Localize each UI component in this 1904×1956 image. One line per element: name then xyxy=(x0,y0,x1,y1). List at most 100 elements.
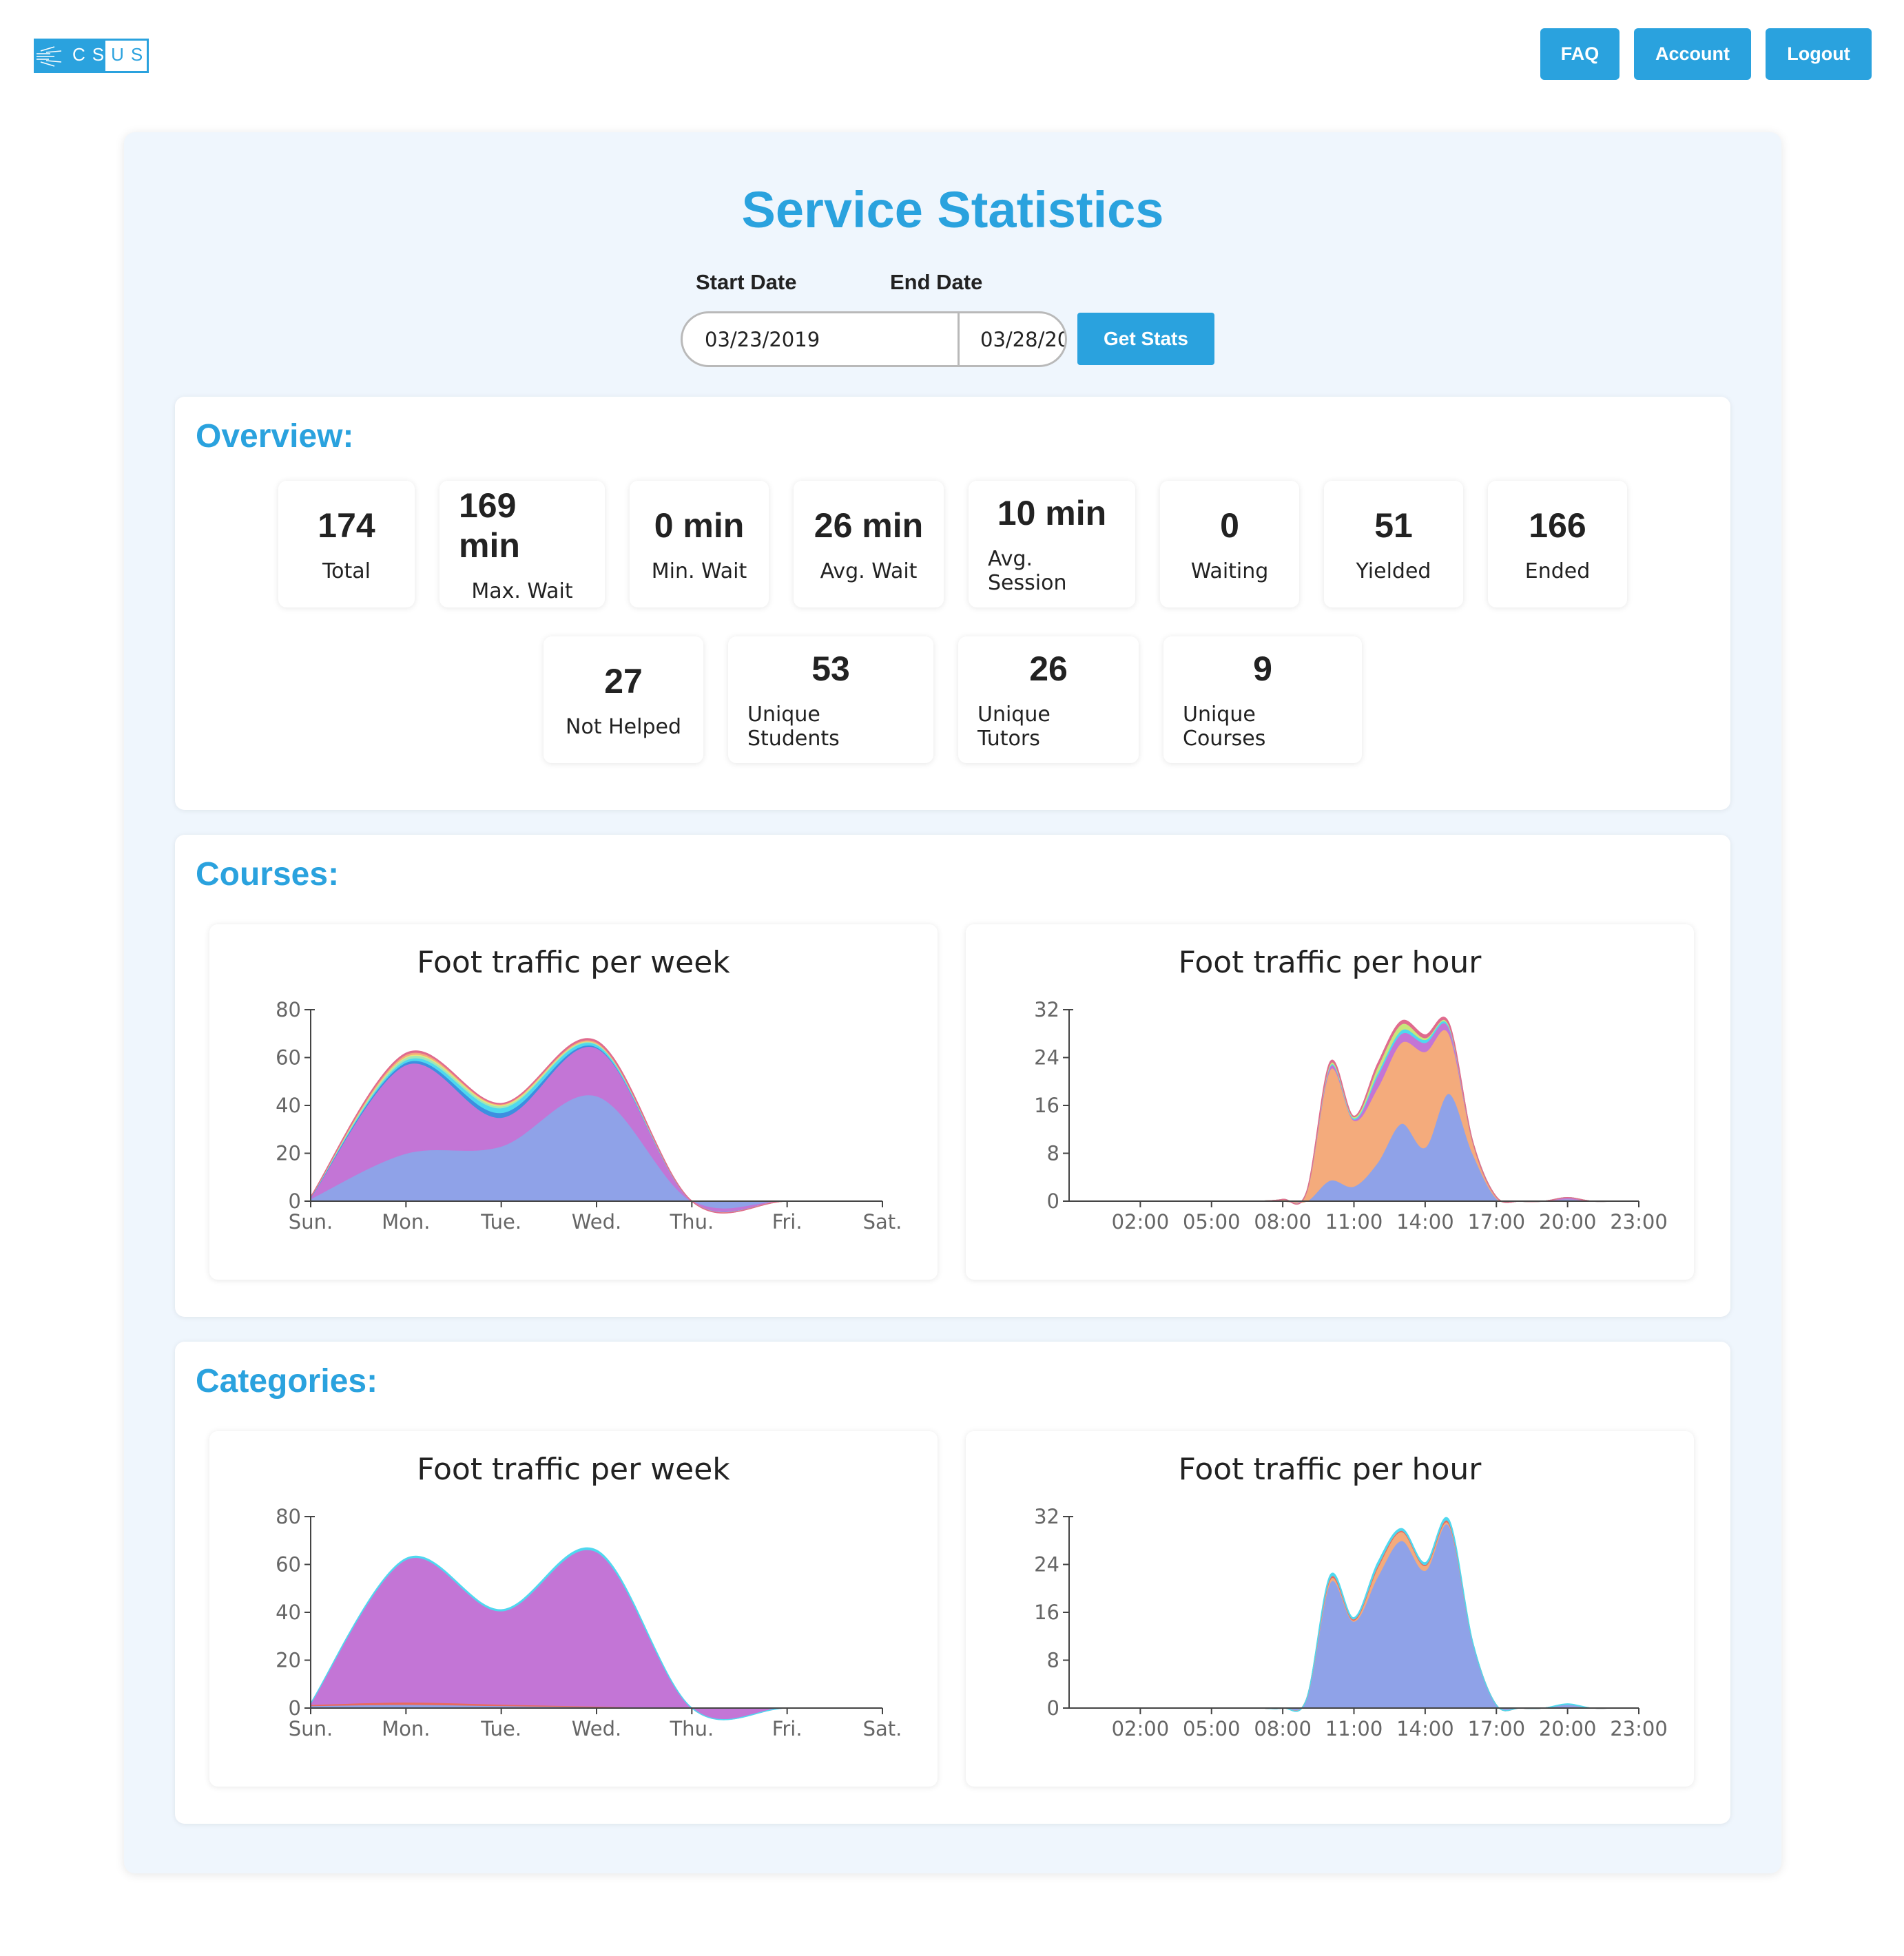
categories-section: Categories: Foot traffic per week 0 20 40 6… xyxy=(175,1342,1730,1824)
end-date-label: End Date xyxy=(890,270,983,294)
chart-title: Foot traffic per hour xyxy=(1178,1452,1482,1487)
get-stats-button[interactable]: Get Stats xyxy=(1077,313,1214,365)
y-tick-label: 80 xyxy=(276,1000,301,1021)
date-range-group xyxy=(681,311,1067,367)
x-tick-label: 20:00 xyxy=(1539,1717,1597,1740)
y-tick-label: 16 xyxy=(1034,1094,1059,1117)
faq-button[interactable]: FAQ xyxy=(1540,28,1620,80)
x-tick-label: 17:00 xyxy=(1467,1210,1525,1234)
y-tick-label: 0 xyxy=(1047,1696,1059,1720)
x-tick-label: 02:00 xyxy=(1112,1210,1170,1234)
categories-week-chart: Foot traffic per week 0 20 40 60 80 Sun. Mon. T… xyxy=(209,1431,938,1787)
stat-value: 26 min xyxy=(814,506,924,545)
stat-value: 26 xyxy=(1029,649,1068,688)
logout-button[interactable]: Logout xyxy=(1766,28,1872,80)
x-tick-label: 08:00 xyxy=(1254,1210,1312,1234)
stat-label: Total xyxy=(322,559,371,583)
x-tick-label: 11:00 xyxy=(1325,1717,1383,1740)
stat-label: Waiting xyxy=(1190,559,1269,583)
start-date-input[interactable] xyxy=(683,313,958,365)
y-tick-label: 60 xyxy=(276,1553,301,1577)
stat-card-total: 174 Total xyxy=(278,481,415,607)
y-tick-label: 16 xyxy=(1034,1601,1059,1624)
stat-label: Not Helped xyxy=(566,714,681,739)
end-date-input[interactable] xyxy=(958,313,1065,365)
stat-label: Unique Students xyxy=(747,703,840,751)
categories-hour-chart-svg: 0 8 16 24 32 02:00 05:00 08:00 11:00 14:00 17:00 20… xyxy=(1034,1507,1668,1740)
stat-card-unique-students: 53 Unique Students xyxy=(728,636,933,763)
stat-card-avg-wait: 26 min Avg. Wait xyxy=(794,481,944,607)
courses-week-chart: Foot traffic per week 0 20 40 60 80 Sun. Mon. T… xyxy=(209,924,938,1280)
courses-section: Courses: Foot traffic per week 0 20 40 60 80… xyxy=(175,835,1730,1317)
courses-week-chart-svg: 0 20 40 60 80 Sun. Mon. Tue. Wed. Thu. Fri. Sat. xyxy=(276,1000,902,1234)
x-tick-label: Wed. xyxy=(572,1210,621,1234)
account-button[interactable]: Account xyxy=(1634,28,1751,80)
stat-value: 166 xyxy=(1529,506,1586,545)
overview-section: Overview: 174 Total 169 min Max. Wait 0 … xyxy=(175,397,1730,810)
x-tick-label: 05:00 xyxy=(1183,1717,1241,1740)
categories-week-chart-svg: 0 20 40 60 80 Sun. Mon. Tue. Wed. Thu. Fri. Sat. xyxy=(276,1507,902,1740)
stat-card-max-wait: 169 min Max. Wait xyxy=(439,481,605,607)
stat-card-ended: 166 Ended xyxy=(1488,481,1627,607)
stat-card-avg-session: 10 min Avg. Session xyxy=(969,481,1135,607)
stat-card-waiting: 0 Waiting xyxy=(1160,481,1299,607)
stat-label: Min. Wait xyxy=(651,559,747,583)
courses-hour-chart: Foot traffic per hour 0 8 16 24 32 02:00 05:00… xyxy=(966,924,1694,1280)
stat-value: 53 xyxy=(811,649,850,688)
x-tick-label: Sat. xyxy=(863,1717,902,1740)
x-tick-label: Tue. xyxy=(480,1717,521,1740)
y-tick-label: 20 xyxy=(276,1649,301,1672)
categories-title: Categories: xyxy=(196,1363,378,1400)
page-title: Service Statistics xyxy=(741,181,1164,238)
top-nav: FAQ Account Logout xyxy=(1540,28,1872,80)
x-tick-label: Mon. xyxy=(382,1210,430,1234)
y-tick-label: 32 xyxy=(1034,1000,1059,1021)
stat-label: Avg. Session xyxy=(988,547,1067,595)
logo-text: CSUS xyxy=(72,44,150,65)
y-tick-label: 24 xyxy=(1034,1046,1059,1070)
courses-title: Courses: xyxy=(196,856,340,893)
x-tick-label: 14:00 xyxy=(1396,1210,1454,1234)
stat-card-unique-tutors: 26 Unique Tutors xyxy=(958,636,1139,763)
x-tick-label: Sun. xyxy=(289,1717,333,1740)
x-tick-label: 17:00 xyxy=(1467,1717,1525,1740)
area-series-1 xyxy=(1093,1029,1639,1205)
courses-hour-chart-svg: 0 8 16 24 32 02:00 05:00 08:00 11:00 14:00 17:00 20… xyxy=(1034,1000,1668,1234)
chart-title: Foot traffic per week xyxy=(417,1452,730,1487)
y-tick-label: 40 xyxy=(276,1601,301,1624)
stat-row-2: 27 Not Helped 53 Unique Students 26 Uniq… xyxy=(175,636,1730,763)
y-tick-label: 80 xyxy=(276,1507,301,1528)
y-tick-label: 24 xyxy=(1034,1553,1059,1577)
x-tick-label: Wed. xyxy=(572,1717,621,1740)
stat-label: Ended xyxy=(1524,559,1591,583)
stat-card-not-helped: 27 Not Helped xyxy=(544,636,703,763)
y-tick-label: 40 xyxy=(276,1094,301,1117)
y-tick-label: 20 xyxy=(276,1142,301,1165)
x-tick-label: Tue. xyxy=(480,1210,521,1234)
stat-label: Unique Tutors xyxy=(977,703,1051,751)
y-tick-label: 0 xyxy=(289,1189,301,1213)
stat-value: 174 xyxy=(318,506,375,545)
x-tick-label: 23:00 xyxy=(1610,1210,1668,1234)
stat-value: 0 xyxy=(1220,506,1239,545)
x-tick-label: 23:00 xyxy=(1610,1717,1668,1740)
statistics-panel: Service Statistics Start Date End Date G… xyxy=(124,132,1781,1873)
stat-card-unique-courses: 9 Unique Courses xyxy=(1163,636,1362,763)
x-tick-label: Mon. xyxy=(382,1717,430,1740)
stat-label: Max. Wait xyxy=(471,579,573,603)
stat-label: Unique Courses xyxy=(1183,703,1266,751)
stat-card-min-wait: 0 min Min. Wait xyxy=(630,481,769,607)
stat-value: 9 xyxy=(1253,649,1272,688)
chart-title: Foot traffic per week xyxy=(417,945,730,980)
stat-value: 0 min xyxy=(654,506,745,545)
x-tick-label: 20:00 xyxy=(1539,1210,1597,1234)
stat-card-yielded: 51 Yielded xyxy=(1324,481,1463,607)
stat-label: Avg. Wait xyxy=(820,559,918,583)
overview-title: Overview: xyxy=(196,418,354,455)
x-tick-label: Fri. xyxy=(772,1210,803,1234)
start-date-label: Start Date xyxy=(696,270,797,294)
csus-logo[interactable]: CSUS xyxy=(34,39,149,73)
x-tick-label: Thu. xyxy=(669,1210,714,1234)
x-tick-label: 02:00 xyxy=(1112,1717,1170,1740)
x-tick-label: 08:00 xyxy=(1254,1717,1312,1740)
